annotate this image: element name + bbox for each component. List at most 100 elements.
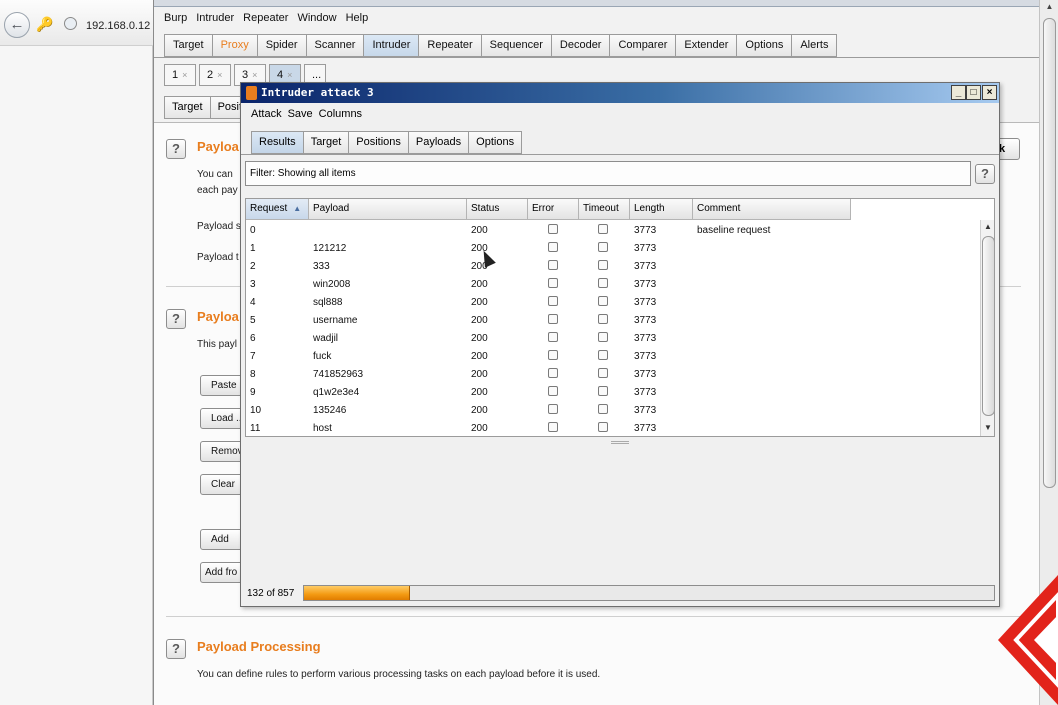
close-icon[interactable]: ×: [252, 70, 257, 80]
tab-target[interactable]: Target: [164, 34, 212, 57]
tab-extender[interactable]: Extender: [675, 34, 737, 57]
table-row[interactable]: 2 333 200 3773: [246, 257, 980, 275]
tab-options[interactable]: Options: [468, 131, 523, 154]
table-row[interactable]: 6 wadjil 200 3773: [246, 329, 980, 347]
tab-decoder[interactable]: Decoder: [550, 34, 610, 57]
tab-alerts[interactable]: Alerts: [791, 34, 838, 57]
menu-intruder[interactable]: Intruder: [196, 12, 234, 24]
column-header-error[interactable]: Error: [528, 199, 579, 220]
cell-timeout: [579, 241, 630, 255]
menu-columns[interactable]: Columns: [319, 108, 362, 120]
dialog-tab-bar: Results Target Positions Payloads Option…: [251, 131, 523, 154]
address-bar[interactable]: 192.168.0.12: [86, 20, 150, 32]
tab-intruder[interactable]: Intruder: [363, 34, 419, 57]
table-row[interactable]: 9 q1w2e3e4 200 3773: [246, 383, 980, 401]
payload-sets-title: Payloa: [197, 139, 239, 154]
filter-bar[interactable]: Filter: Showing all items: [245, 161, 971, 186]
tab-spider[interactable]: Spider: [256, 34, 306, 57]
menu-attack[interactable]: Attack: [251, 108, 282, 120]
tab-repeater[interactable]: Repeater: [418, 34, 481, 57]
column-header-comment[interactable]: Comment: [693, 199, 851, 220]
column-header-timeout[interactable]: Timeout: [579, 199, 630, 220]
close-icon[interactable]: ×: [287, 70, 292, 80]
close-icon[interactable]: ×: [982, 85, 997, 100]
scroll-up-arrow-icon[interactable]: ▲: [981, 222, 994, 234]
back-arrow-icon[interactable]: ←: [4, 12, 30, 38]
dialog-title-bar[interactable]: Intruder attack 3 _ □ ×: [241, 83, 999, 103]
cell-payload: 333: [313, 260, 330, 272]
table-row[interactable]: 10 135246 200 3773: [246, 401, 980, 419]
table-scrollbar[interactable]: ▲ ▼: [980, 220, 994, 436]
table-row[interactable]: 8 741852963 200 3773: [246, 365, 980, 383]
column-header-request[interactable]: Request ▲: [246, 199, 309, 220]
burp-logo-icon: [246, 86, 257, 100]
timeout-checkbox: [598, 331, 608, 342]
minimize-icon[interactable]: _: [951, 85, 966, 100]
timeout-checkbox: [598, 241, 608, 252]
tab-target[interactable]: Target: [302, 131, 349, 154]
menu-help[interactable]: Help: [346, 12, 369, 24]
payload-sets-description: You can: [197, 169, 233, 180]
attack-tab-2[interactable]: 2 ×: [199, 64, 231, 86]
tab-proxy[interactable]: Proxy: [211, 34, 257, 57]
help-icon[interactable]: ?: [166, 139, 186, 159]
table-row[interactable]: 5 username 200 3773: [246, 311, 980, 329]
close-icon[interactable]: ×: [217, 70, 222, 80]
error-checkbox: [548, 295, 558, 306]
close-icon[interactable]: ×: [182, 70, 187, 80]
cell-timeout: [579, 277, 630, 291]
tab-results[interactable]: Results: [251, 131, 303, 154]
column-header-status[interactable]: Status: [467, 199, 528, 220]
subtab-target[interactable]: Target: [164, 96, 210, 119]
scrollbar-thumb[interactable]: [982, 236, 994, 416]
column-header-length[interactable]: Length: [630, 199, 693, 220]
cell-payload: wadjil: [313, 332, 339, 344]
menu-save[interactable]: Save: [288, 108, 313, 120]
cell-status: 200: [471, 350, 488, 362]
cell-error: [528, 421, 579, 435]
maximize-icon[interactable]: □: [966, 85, 981, 100]
table-row[interactable]: 1 121212 200 3773: [246, 239, 980, 257]
cell-error: [528, 385, 579, 399]
menu-window[interactable]: Window: [297, 12, 336, 24]
cell-request: 3: [250, 278, 256, 290]
scroll-down-arrow-icon[interactable]: ▼: [981, 423, 994, 435]
tab-payloads[interactable]: Payloads: [407, 131, 469, 154]
table-row[interactable]: 4 sql888 200 3773: [246, 293, 980, 311]
table-row[interactable]: 7 fuck 200 3773: [246, 347, 980, 365]
key-icon: 🔑: [36, 16, 54, 32]
help-icon[interactable]: ?: [975, 164, 995, 184]
column-header-payload[interactable]: Payload: [309, 199, 467, 220]
tab-positions[interactable]: Positions: [348, 131, 408, 154]
cell-error: [528, 313, 579, 327]
scrollbar-thumb[interactable]: [1043, 18, 1056, 488]
table-row[interactable]: 11 host 200 3773: [246, 419, 980, 436]
cell-timeout: [579, 223, 630, 237]
tab-sequencer[interactable]: Sequencer: [480, 34, 551, 57]
attack-tab-1[interactable]: 1 ×: [164, 64, 196, 86]
table-row[interactable]: 0 200 3773 baseline request: [246, 221, 980, 239]
help-icon[interactable]: ?: [166, 639, 186, 659]
error-checkbox: [548, 313, 558, 324]
menu-burp[interactable]: Burp: [164, 12, 187, 24]
tab-options[interactable]: Options: [736, 34, 792, 57]
table-row[interactable]: 3 win2008 200 3773: [246, 275, 980, 293]
dialog-menu-bar: Attack Save Columns: [251, 108, 362, 120]
tab-comparer[interactable]: Comparer: [609, 34, 676, 57]
tab-scanner[interactable]: Scanner: [305, 34, 364, 57]
cell-length: 3773: [634, 404, 657, 416]
cell-request: 8: [250, 368, 256, 380]
scroll-up-arrow-icon[interactable]: ▲: [1040, 2, 1058, 16]
split-pane-handle[interactable]: [611, 441, 629, 444]
progress-fill: [304, 586, 411, 600]
request-detail-pane: [245, 447, 995, 577]
error-checkbox: [548, 421, 558, 432]
burp-title-bar: [154, 0, 1058, 7]
menu-repeater[interactable]: Repeater: [243, 12, 288, 24]
table-header: Request ▲ Payload Status Error Timeout Le…: [246, 199, 851, 220]
cell-timeout: [579, 385, 630, 399]
cell-error: [528, 295, 579, 309]
help-icon[interactable]: ?: [166, 309, 186, 329]
browser-window: ← 🔑 192.168.0.12: [0, 0, 153, 705]
cell-error: [528, 349, 579, 363]
